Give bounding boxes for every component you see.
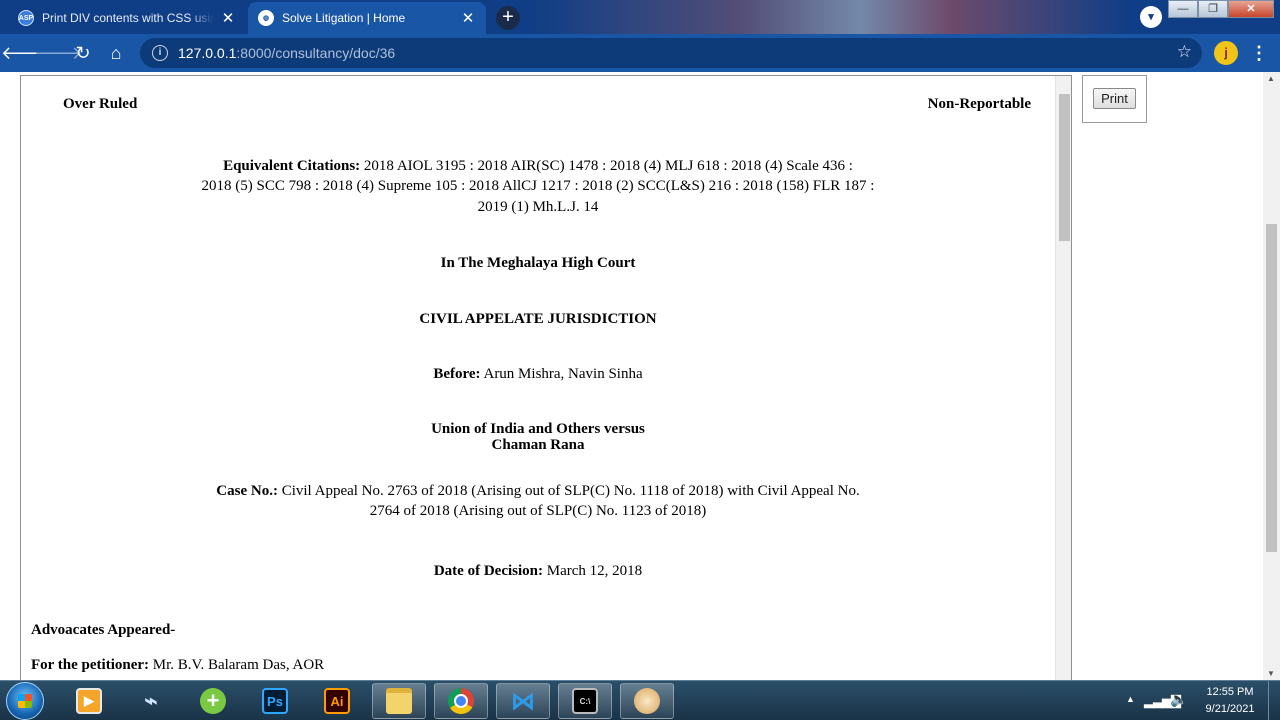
window-controls: — ❐ ✕ <box>1168 0 1274 18</box>
page-scrollbar[interactable]: ▲ ▼ <box>1263 72 1280 680</box>
before-label: Before: <box>433 366 481 382</box>
show-hidden-icons-icon[interactable]: ▲ <box>1126 694 1135 704</box>
info-icon[interactable]: i <box>152 45 168 61</box>
photoshop-icon: Ps <box>262 688 288 714</box>
folder-icon <box>386 688 412 714</box>
command-prompt-icon: C:\ <box>572 688 598 714</box>
document-scroll-thumb[interactable] <box>1059 94 1070 241</box>
minimize-button[interactable]: — <box>1168 0 1198 18</box>
taskbar-paint[interactable] <box>620 683 674 719</box>
new-tab-button[interactable]: + <box>496 6 520 30</box>
tab-solve-litigation[interactable]: ◍ Solve Litigation | Home ✕ <box>248 2 486 34</box>
globe-favicon-icon: ◍ <box>258 10 274 26</box>
case-text: Civil Appeal No. 2763 of 2018 (Arising o… <box>281 483 860 499</box>
plus-app-icon: + <box>200 688 226 714</box>
tab-title: Print DIV contents with CSS using <box>42 11 214 25</box>
reload-icon[interactable]: ↻ <box>67 37 99 69</box>
close-tab-icon[interactable]: ✕ <box>460 9 476 27</box>
scroll-down-arrow-icon[interactable]: ▼ <box>1267 669 1275 678</box>
tab-title: Solve Litigation | Home <box>282 11 406 25</box>
status-over-ruled: Over Ruled <box>63 96 138 112</box>
taskbar-photoshop[interactable]: Ps <box>248 683 302 719</box>
page-scroll-thumb[interactable] <box>1266 224 1277 552</box>
case-line-2: 2764 of 2018 (Arising out of SLP(C) No. … <box>369 503 707 519</box>
forward-arrow-icon[interactable]: 🡒 <box>34 37 82 69</box>
status-non-reportable: Non-Reportable <box>927 96 1031 112</box>
taskbar-media-player[interactable]: ▶ <box>62 683 116 719</box>
decision-line: Date of Decision: March 12, 2018 <box>21 563 1055 580</box>
parties-line-1: Union of India and Others versus <box>431 421 645 437</box>
maximize-button[interactable]: ❐ <box>1198 0 1228 18</box>
judges: Arun Mishra, Navin Sinha <box>483 366 643 382</box>
tab-print-div[interactable]: ASP Print DIV contents with CSS using ✕ <box>8 2 246 34</box>
clock-date[interactable]: 9/21/2021 <box>1198 703 1262 715</box>
document-frame: Over Ruled Non-Reportable Equivalent Cit… <box>20 75 1072 695</box>
print-button[interactable]: Print <box>1093 88 1136 109</box>
tab-strip-background <box>530 0 1130 34</box>
case-label: Case No.: <box>216 483 278 499</box>
taskbar-chrome[interactable] <box>434 683 488 719</box>
before-line: Before: Arun Mishra, Navin Sinha <box>21 366 1055 383</box>
citations-line-3: 2019 (1) Mh.L.J. 14 <box>477 199 599 215</box>
address-bar[interactable]: i 127.0.0.1:8000/consultancy/doc/36 ☆ <box>140 38 1202 68</box>
advocates-heading: Advoacates Appeared- <box>31 622 176 638</box>
kebab-menu-icon[interactable]: ⋮ <box>1250 38 1268 68</box>
back-arrow-icon[interactable]: 🡐 <box>1 37 49 69</box>
media-player-icon: ▶ <box>76 688 102 714</box>
court-name: In The Meghalaya High Court <box>440 255 636 271</box>
print-panel: Print <box>1082 75 1147 123</box>
taskbar-plus-app[interactable]: + <box>186 683 240 719</box>
jurisdiction: CIVIL APPELATE JURISDICTION <box>419 311 657 327</box>
parties-line-2: Chaman Rana <box>491 437 585 453</box>
citations-line-1: Equivalent Citations: 2018 AIOL 3195 : 2… <box>21 158 1055 175</box>
clock-time[interactable]: 12:55 PM <box>1198 686 1262 698</box>
profile-avatar[interactable]: j <box>1214 41 1238 65</box>
paint-icon <box>634 688 660 714</box>
taskbar-illustrator[interactable]: Ai <box>310 683 364 719</box>
url-host: 127.0.0.1 <box>178 45 237 61</box>
home-icon[interactable]: ⌂ <box>100 37 132 69</box>
close-window-button[interactable]: ✕ <box>1228 0 1274 18</box>
vscode-icon: ⋈ <box>511 687 535 715</box>
tab-strip: ASP Print DIV contents with CSS using ✕ … <box>0 0 1280 34</box>
petitioner-label: For the petitioner: <box>31 657 150 673</box>
decision-date: March 12, 2018 <box>546 563 643 579</box>
usb-icon: ⌁ <box>144 688 158 713</box>
taskbar-file-explorer[interactable] <box>372 683 426 719</box>
url-path: :8000/consultancy/doc/36 <box>236 45 396 61</box>
illustrator-icon: Ai <box>324 688 350 714</box>
citations-line-2: 2018 (5) SCC 798 : 2018 (4) Supreme 105 … <box>201 178 875 194</box>
star-icon[interactable]: ☆ <box>1177 42 1192 62</box>
document-scrollbar[interactable] <box>1055 76 1071 695</box>
citations-label: Equivalent Citations: <box>223 158 361 174</box>
scroll-up-arrow-icon[interactable]: ▲ <box>1267 74 1275 83</box>
volume-icon[interactable]: 🔈 <box>1170 691 1187 708</box>
windows-taskbar: ▶ ⌁ + Ps Ai ⋈ C:\ ▲ ▂▃▅▇ 🔈 12:55 PM 9/21… <box>0 680 1280 720</box>
decision-label: Date of Decision: <box>433 563 543 579</box>
taskbar-command-prompt[interactable]: C:\ <box>558 683 612 719</box>
show-desktop-button[interactable] <box>1268 681 1280 720</box>
taskbar-usb-tool[interactable]: ⌁ <box>124 683 178 719</box>
petitioner-value: Mr. B.V. Balaram Das, AOR <box>152 657 325 673</box>
page-viewport: Over Ruled Non-Reportable Equivalent Cit… <box>0 72 1280 695</box>
citations-text: 2018 AIOL 3195 : 2018 AIR(SC) 1478 : 201… <box>363 158 853 174</box>
petitioner-line: For the petitioner: Mr. B.V. Balaram Das… <box>31 657 324 674</box>
start-button[interactable] <box>6 682 44 720</box>
taskbar-vscode[interactable]: ⋈ <box>496 683 550 719</box>
tab-search-dropdown-icon[interactable]: ▾ <box>1140 6 1162 28</box>
judgment-document: Over Ruled Non-Reportable Equivalent Cit… <box>21 76 1055 695</box>
chrome-icon <box>448 688 474 714</box>
system-tray: ▲ ▂▃▅▇ 🔈 12:55 PM 9/21/2021 <box>1120 681 1280 720</box>
browser-toolbar: 🡐 🡒 ↻ ⌂ i 127.0.0.1:8000/consultancy/doc… <box>0 34 1280 72</box>
asp-favicon-icon: ASP <box>18 10 34 26</box>
close-tab-icon[interactable]: ✕ <box>220 9 236 27</box>
case-line-1: Case No.: Civil Appeal No. 2763 of 2018 … <box>21 483 1055 500</box>
